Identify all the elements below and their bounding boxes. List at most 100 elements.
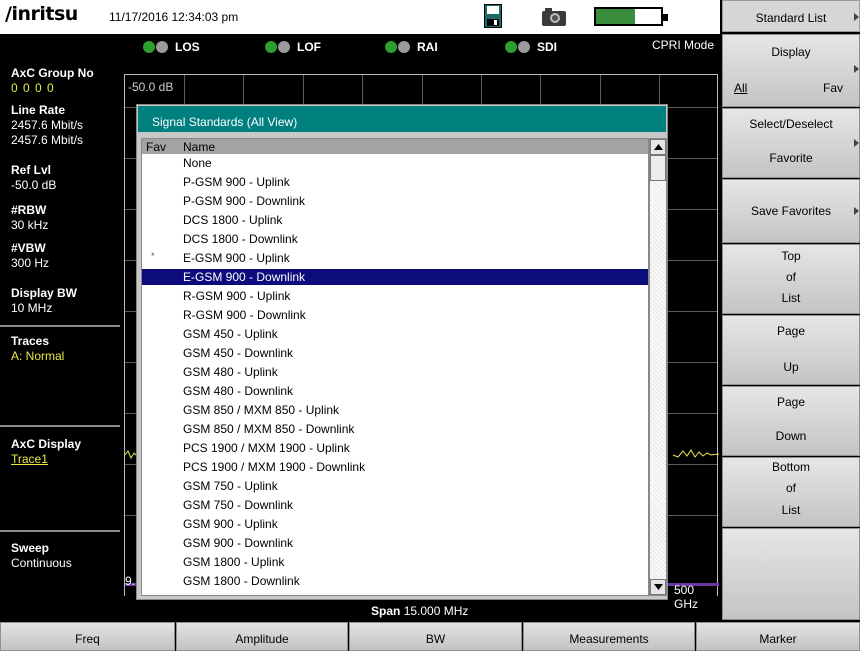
battery-tip (663, 14, 668, 21)
softkey-panel: Standard List Display All Fav Select/Des… (722, 0, 860, 621)
ref-lvl: Ref Lvl -50.0 dB (11, 163, 56, 193)
chevron-right-icon (854, 13, 859, 21)
list-item[interactable]: R-GSM 900 - Downlink (142, 307, 648, 323)
list-item-name: GSM 850 / MXM 850 - Downlink (183, 422, 355, 436)
list-item[interactable]: P-GSM 900 - Uplink (142, 174, 648, 190)
indicator-label: LOS (175, 40, 200, 54)
chevron-right-icon (854, 207, 859, 215)
list-item-name: P-GSM 900 - Downlink (183, 194, 306, 208)
blank-softkey[interactable] (722, 528, 860, 620)
list-item[interactable]: GSM 900 - Uplink (142, 516, 648, 532)
display-softkey[interactable]: Display All Fav (722, 34, 860, 107)
chevron-right-icon (854, 139, 859, 147)
left-info-panel: AxC Group No 0 0 0 0 Line Rate 2457.6 Mb… (0, 60, 120, 620)
status-dot-icon (265, 41, 277, 53)
list-item[interactable]: GSM 480 - Uplink (142, 364, 648, 380)
standards-list[interactable]: Fav Name None P-GSM 900 - Uplink P-GSM 900… (141, 138, 649, 596)
list-item-name: None (183, 156, 212, 170)
title-bar: /inritsu 11/17/2016 12:34:03 pm (0, 0, 720, 34)
measurements-menu-button[interactable]: Measurements (523, 622, 695, 651)
vbw-value: 300 Hz (11, 256, 50, 270)
top-of-list-softkey[interactable]: Top of List (722, 244, 860, 314)
marker-menu-button[interactable]: Marker (696, 622, 860, 651)
column-header-name[interactable]: Name (183, 140, 215, 154)
signal-standards-dialog: Signal Standards (All View) Fav Name Non… (136, 104, 668, 600)
list-item[interactable]: DCS 1800 - Downlink (142, 231, 648, 247)
save-favorites-softkey[interactable]: Save Favorites (722, 179, 860, 243)
freq-menu-button[interactable]: Freq (0, 622, 175, 651)
display-fav-option[interactable]: Fav (823, 81, 843, 95)
list-item[interactable]: R-GSM 900 - Uplink (142, 288, 648, 304)
list-item-name: GSM 900 - Uplink (183, 517, 278, 531)
axc-group-label: AxC Group No (11, 66, 94, 80)
softkey-label: Bottom (771, 460, 810, 474)
list-item[interactable]: GSM 450 - Downlink (142, 345, 648, 361)
softkey-label: Down (775, 429, 807, 443)
list-item[interactable]: GSM 1800 - Downlink (142, 573, 648, 589)
list-item-name: P-GSM 900 - Uplink (183, 175, 290, 189)
page-up-softkey[interactable]: Page Up (722, 315, 860, 385)
list-item-name: R-GSM 900 - Uplink (183, 289, 291, 303)
indicator-rai: RAI (385, 38, 438, 56)
list-scrollbar[interactable] (649, 138, 667, 596)
list-item[interactable]: GSM 480 - Downlink (142, 383, 648, 399)
scroll-down-button[interactable] (650, 579, 666, 595)
list-item[interactable]: GSM 450 - Uplink (142, 326, 648, 342)
display-all-option[interactable]: All (734, 81, 747, 95)
axc-display: AxC Display Trace1 (11, 437, 81, 467)
list-item[interactable]: * E-GSM 900 - Uplink (142, 250, 648, 266)
ref-lvl-value: -50.0 dB (11, 178, 57, 192)
display-bw-value: 10 MHz (11, 301, 53, 315)
list-item[interactable]: DCS 1800 - Uplink (142, 212, 648, 228)
select-deselect-favorite-softkey[interactable]: Select/Deselect Favorite (722, 108, 860, 178)
softkey-label: Save Favorites (750, 204, 832, 218)
floppy-disk-icon[interactable] (484, 4, 502, 33)
list-item[interactable]: GSM 1800 - Uplink (142, 554, 648, 570)
indicator-label: LOF (297, 40, 321, 54)
list-item-name: GSM 480 - Uplink (183, 365, 278, 379)
list-item[interactable]: None (142, 155, 648, 171)
battery-indicator (594, 7, 668, 26)
scroll-thumb[interactable] (650, 155, 666, 181)
bw-menu-button[interactable]: BW (349, 622, 522, 651)
softkey-label: of (785, 270, 796, 284)
axc-group-value: 0 0 0 0 (11, 81, 55, 95)
ref-lvl-label: Ref Lvl (11, 163, 52, 177)
list-item[interactable]: P-GSM 900 - Downlink (142, 193, 648, 209)
softkey-label: Display (771, 45, 811, 59)
list-item-name: GSM 850 / MXM 850 - Uplink (183, 403, 340, 417)
divider (0, 325, 120, 327)
page-down-softkey[interactable]: Page Down (722, 386, 860, 456)
camera-icon[interactable] (542, 8, 566, 31)
bottom-of-list-softkey[interactable]: Bottom of List (722, 457, 860, 527)
status-dot-icon (505, 41, 517, 53)
ref-level-readout: -50.0 dB (128, 80, 174, 94)
axc-display-value[interactable]: Trace1 (11, 452, 81, 467)
stop-freq-label: 500 GHz (674, 583, 698, 611)
vbw-label: #VBW (11, 241, 46, 255)
list-item[interactable]: GSM 850 / MXM 850 - Downlink (142, 421, 648, 437)
list-header: Fav Name (142, 139, 648, 154)
list-item[interactable]: PCS 1900 / MXM 1900 - Downlink (142, 459, 648, 475)
span-label: Span (371, 604, 401, 618)
list-item-name: DCS 1800 - Uplink (183, 213, 283, 227)
list-item[interactable]: GSM 750 - Uplink (142, 478, 648, 494)
list-item[interactable]: PCS 1900 / MXM 1900 - Uplink (142, 440, 648, 456)
list-item[interactable]: GSM 850 / MXM 850 - Uplink (142, 402, 648, 418)
divider (0, 425, 120, 427)
list-item[interactable]: GSM 900 - Downlink (142, 535, 648, 551)
list-item-name: E-GSM 900 - Downlink (183, 270, 306, 284)
favorite-marker: * (151, 251, 155, 261)
softkey-label: Page (776, 324, 806, 338)
column-header-fav[interactable]: Fav (146, 140, 166, 154)
arrow-down-icon (653, 584, 663, 590)
list-item[interactable]: GSM 750 - Downlink (142, 497, 648, 513)
rbw: #RBW 30 kHz (11, 203, 48, 233)
amplitude-menu-button[interactable]: Amplitude (176, 622, 348, 651)
list-item[interactable]: E-GSM 900 - Downlink (142, 269, 648, 285)
status-dot-icon (518, 41, 530, 53)
indicator-los: LOS (143, 38, 200, 56)
scroll-up-button[interactable] (650, 139, 666, 155)
span-readout: Span 15.000 MHz (371, 604, 468, 618)
list-item-name: R-GSM 900 - Downlink (183, 308, 306, 322)
